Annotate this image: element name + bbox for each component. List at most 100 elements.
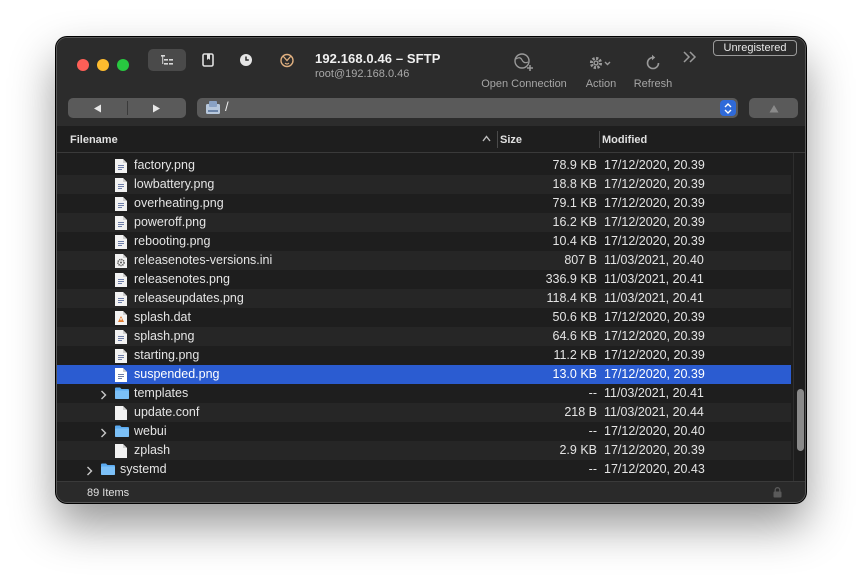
folder-icon — [100, 462, 116, 479]
path-popup[interactable]: / — [197, 98, 738, 118]
column-separator[interactable] — [497, 131, 498, 148]
vertical-scrollbar[interactable] — [793, 153, 805, 481]
triangle-right-icon — [153, 104, 161, 112]
status-bar: 89 Items — [57, 481, 805, 502]
history-button[interactable] — [234, 49, 258, 71]
folder-icon — [114, 386, 130, 403]
file-name: webui — [134, 424, 167, 438]
file-size: 79.1 KB — [552, 196, 597, 210]
file-modified: 17/12/2020, 20.39 — [604, 367, 705, 381]
file-size: -- — [588, 424, 597, 438]
file-row[interactable]: rebooting.png 10.4 KB 17/12/2020, 20.39 — [57, 232, 791, 251]
file-row[interactable]: factory.png 78.9 KB 17/12/2020, 20.39 — [57, 156, 791, 175]
triangle-left-icon — [93, 104, 101, 112]
file-size: 807 B — [564, 253, 597, 267]
file-row[interactable]: update.conf 218 B 11/03/2021, 20.44 — [57, 403, 791, 422]
file-modified: 17/12/2020, 20.40 — [604, 424, 705, 438]
scrollbar-thumb[interactable] — [797, 389, 804, 451]
forward-button[interactable] — [128, 98, 187, 118]
refresh-button[interactable]: Refresh — [629, 50, 677, 90]
file-row[interactable]: poweroff.png 16.2 KB 17/12/2020, 20.39 — [57, 213, 791, 232]
file-modified: 17/12/2020, 20.39 — [604, 177, 705, 191]
file-name: releasenotes.png — [134, 272, 230, 286]
file-row[interactable]: releasenotes-versions.ini 807 B 11/03/2021… — [57, 251, 791, 270]
bookmarks-button[interactable] — [196, 49, 220, 71]
refresh-icon — [646, 54, 660, 70]
file-row[interactable]: zplash 2.9 KB 17/12/2020, 20.39 — [57, 441, 791, 460]
open-connection-label: Open Connection — [481, 78, 567, 90]
column-separator[interactable] — [599, 131, 600, 148]
file-row[interactable]: webui -- 17/12/2020, 20.40 — [57, 422, 791, 441]
file-modified: 17/12/2020, 20.39 — [604, 196, 705, 210]
bonjour-icon — [280, 53, 294, 67]
minimize-window-button[interactable] — [97, 59, 109, 71]
file-name: releaseupdates.png — [134, 291, 244, 305]
file-size: 64.6 KB — [552, 329, 597, 343]
parent-directory-button[interactable] — [749, 98, 798, 118]
file-row[interactable]: suspended.png 13.0 KB 17/12/2020, 20.39 — [57, 365, 791, 384]
file-name: splash.dat — [134, 310, 191, 324]
action-menu-button[interactable]: Action — [579, 50, 623, 90]
file-row[interactable]: systemd -- 17/12/2020, 20.43 — [57, 460, 791, 479]
sort-ascending-icon[interactable] — [482, 135, 491, 142]
file-modified: 17/12/2020, 20.39 — [604, 158, 705, 172]
file-row[interactable]: splash.png 64.6 KB 17/12/2020, 20.39 — [57, 327, 791, 346]
file-modified: 11/03/2021, 20.44 — [604, 405, 704, 419]
app-window: 192.168.0.46 – SFTP root@192.168.0.46 Un… — [56, 37, 806, 503]
zoom-window-button[interactable] — [117, 59, 129, 71]
back-button[interactable] — [68, 98, 127, 118]
file-row[interactable]: releaseupdates.png 118.4 KB 11/03/2021, 20… — [57, 289, 791, 308]
toolbar-overflow-button[interactable] — [682, 50, 700, 70]
disclosure-chevron-icon[interactable] — [100, 427, 107, 441]
file-size: 2.9 KB — [559, 443, 597, 457]
file-name: rebooting.png — [134, 234, 211, 248]
disclosure-chevron-icon[interactable] — [86, 465, 93, 479]
disclosure-chevron-icon[interactable] — [100, 389, 107, 403]
close-window-button[interactable] — [77, 59, 89, 71]
file-row[interactable]: overheating.png 79.1 KB 17/12/2020, 20.39 — [57, 194, 791, 213]
file-size: 218 B — [564, 405, 597, 419]
file-name: overheating.png — [134, 196, 224, 210]
file-modified: 11/03/2021, 20.41 — [604, 291, 704, 305]
file-size: 118.4 KB — [546, 291, 597, 305]
bonjour-button[interactable] — [274, 49, 300, 71]
file-row[interactable]: lowbattery.png 18.8 KB 17/12/2020, 20.39 — [57, 175, 791, 194]
gear-icon — [589, 56, 611, 70]
file-name: poweroff.png — [134, 215, 207, 229]
open-connection-button[interactable]: Open Connection — [476, 50, 572, 90]
folder-icon — [114, 424, 130, 441]
file-size: 16.2 KB — [552, 215, 597, 229]
file-row[interactable]: templates -- 11/03/2021, 20.41 — [57, 384, 791, 403]
file-row[interactable]: starting.png 11.2 KB 17/12/2020, 20.39 — [57, 346, 791, 365]
file-list[interactable]: factory.png 78.9 KB 17/12/2020, 20.39 lowba… — [57, 153, 793, 481]
file-size: 10.4 KB — [552, 234, 597, 248]
file-row[interactable]: splash.dat 50.6 KB 17/12/2020, 20.39 — [57, 308, 791, 327]
file-modified: 11/03/2021, 20.41 — [604, 272, 704, 286]
unregistered-badge[interactable]: Unregistered — [713, 40, 797, 56]
file-name: suspended.png — [134, 367, 220, 381]
clock-icon — [240, 54, 252, 66]
file-modified: 17/12/2020, 20.39 — [604, 443, 705, 457]
file-size: 78.9 KB — [552, 158, 597, 172]
file-modified: 17/12/2020, 20.39 — [604, 234, 705, 248]
column-size[interactable]: Size — [500, 134, 522, 146]
file-size: 50.6 KB — [552, 310, 597, 324]
item-count: 89 Items — [87, 487, 130, 499]
file-modified: 17/12/2020, 20.43 — [604, 462, 705, 476]
outline-view-button[interactable] — [148, 49, 186, 71]
connection-title: 192.168.0.46 – SFTP — [315, 51, 441, 66]
connection-subtitle: root@192.168.0.46 — [315, 68, 410, 80]
action-label: Action — [585, 78, 617, 90]
column-modified[interactable]: Modified — [602, 134, 647, 146]
file-name: templates — [134, 386, 189, 400]
file-size: 11.2 KB — [553, 348, 597, 362]
file-row[interactable]: releasenotes.png 336.9 KB 11/03/2021, 20.4… — [57, 270, 791, 289]
refresh-label: Refresh — [633, 78, 673, 90]
column-filename[interactable]: Filename — [70, 134, 118, 146]
file-modified: 17/12/2020, 20.39 — [604, 348, 705, 362]
bookmark-book-icon — [202, 53, 214, 67]
triangle-up-icon — [769, 104, 778, 112]
path-stepper[interactable] — [720, 100, 736, 116]
file-name: starting.png — [134, 348, 200, 362]
file-size: 13.0 KB — [552, 367, 597, 381]
